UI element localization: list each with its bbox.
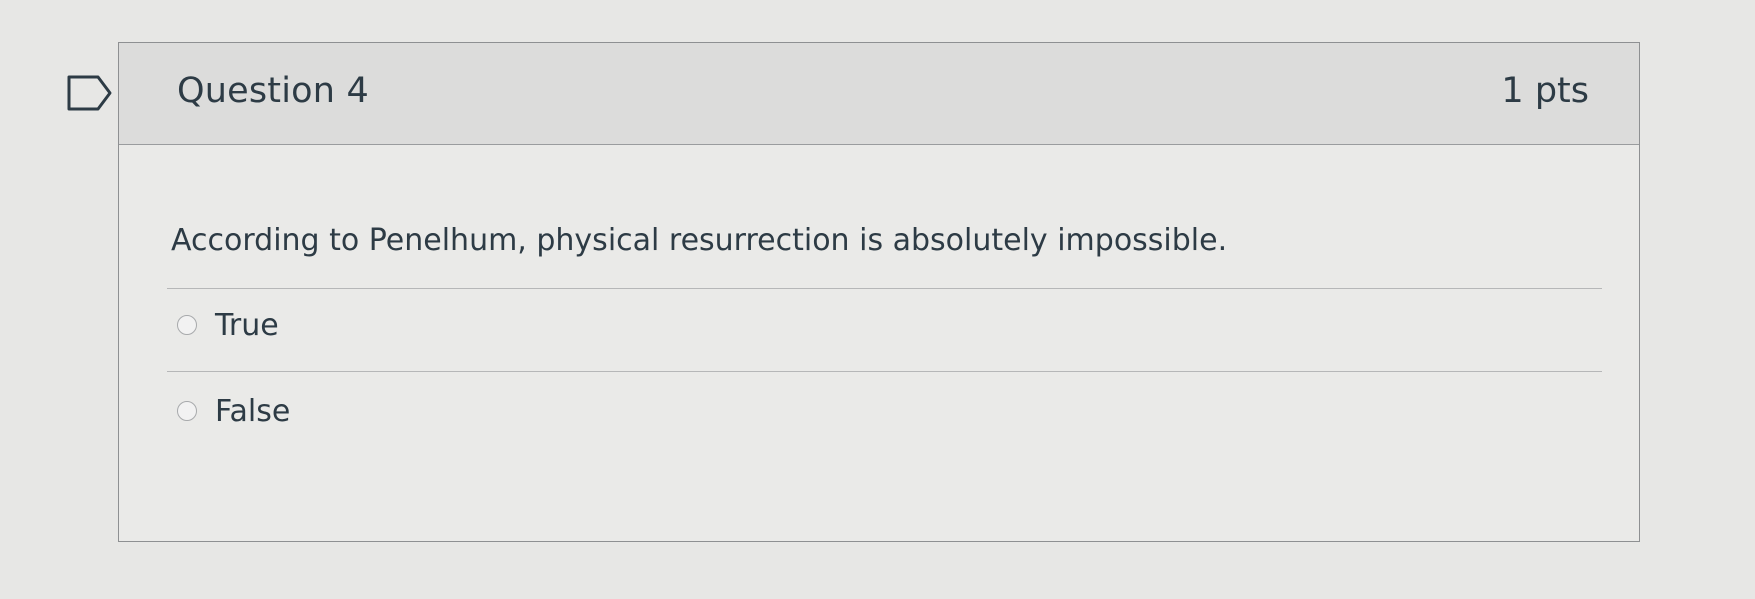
- answer-option-true[interactable]: True: [177, 305, 279, 345]
- question-text: According to Penelhum, physical resurrec…: [171, 223, 1228, 258]
- question-points: 1 pts: [1501, 71, 1589, 111]
- question-header: Question 4 1 pts: [119, 43, 1639, 145]
- flag-question-icon[interactable]: [66, 73, 114, 113]
- flag-outline-icon: [67, 75, 112, 111]
- answer-option-false[interactable]: False: [177, 391, 290, 431]
- radio-unselected-icon[interactable]: [177, 401, 197, 421]
- answer-divider: [167, 288, 1602, 289]
- answer-label[interactable]: True: [215, 308, 279, 343]
- answer-label[interactable]: False: [215, 394, 290, 429]
- question-card: Question 4 1 pts According to Penelhum, …: [118, 42, 1640, 542]
- answer-divider: [167, 371, 1602, 372]
- question-title: Question 4: [177, 71, 369, 111]
- radio-unselected-icon[interactable]: [177, 315, 197, 335]
